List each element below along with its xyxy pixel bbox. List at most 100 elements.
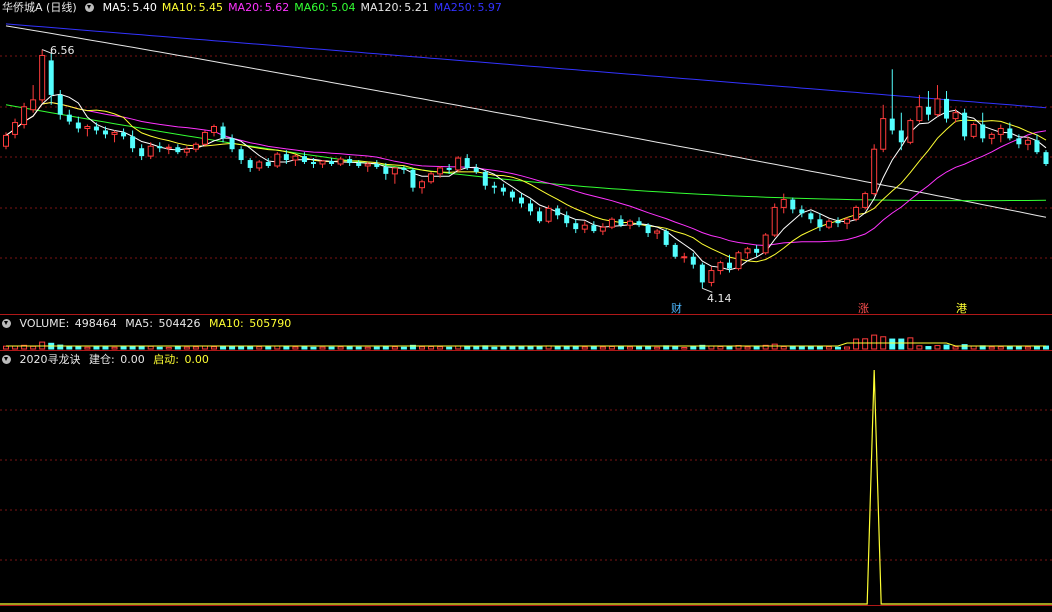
volume-bar — [211, 346, 217, 350]
candle-body — [916, 106, 923, 122]
candle-body — [1024, 139, 1031, 145]
candle-body — [139, 148, 145, 157]
candle-body — [599, 226, 606, 232]
volume-bar — [807, 346, 814, 350]
candle-body — [980, 124, 986, 139]
volume-dropdown-icon[interactable] — [2, 319, 11, 328]
candle-body — [717, 262, 724, 272]
volume-bar — [84, 346, 91, 350]
volume-bar — [536, 345, 543, 350]
candle-body — [130, 136, 136, 149]
candle-body — [157, 146, 163, 149]
candle-body — [75, 122, 81, 129]
volume-bar — [265, 346, 272, 350]
candle-body — [799, 209, 805, 214]
volume-bar — [617, 346, 624, 350]
volume-bar — [862, 338, 869, 350]
candle-body — [347, 159, 353, 164]
event-mark-gang[interactable]: 港 — [956, 300, 967, 316]
volume-bar — [744, 346, 751, 350]
candle-body — [419, 181, 425, 189]
candle-body — [102, 130, 108, 135]
price-header: 华侨城A (日线) MA5: 5.40 MA10: 5.45 MA20: 5.62 MA60… — [2, 0, 507, 16]
candle-body — [545, 207, 552, 222]
volume-title: VOLUME: — [19, 317, 70, 330]
volume-bar — [599, 346, 606, 350]
volume-bar — [129, 345, 136, 350]
volume-bar — [437, 346, 444, 350]
volume-bar — [780, 346, 787, 350]
candle-body — [970, 124, 977, 137]
kline-chart[interactable] — [0, 0, 1052, 609]
candle-body — [500, 187, 506, 192]
candle-body — [374, 164, 380, 167]
volume-bar — [12, 345, 19, 350]
candle-body — [30, 99, 37, 111]
candle-body — [12, 122, 19, 135]
candle-body — [39, 54, 46, 101]
volume-bar — [201, 345, 208, 350]
candle-body — [744, 248, 751, 254]
candle-body — [618, 219, 624, 226]
ma-label-5: MA250: — [433, 1, 476, 14]
candle-body — [518, 197, 524, 204]
candle-body — [726, 262, 732, 269]
volume-value: 498464 — [74, 317, 117, 330]
candle-body — [825, 220, 832, 228]
candle-body — [66, 114, 72, 122]
candle-body — [446, 167, 452, 170]
volume-bar — [726, 346, 733, 350]
candle-body — [265, 162, 271, 166]
volume-bar — [925, 346, 932, 350]
event-mark-cai[interactable]: 财 — [671, 300, 682, 316]
volume-bar — [672, 345, 679, 350]
candle-body — [771, 206, 778, 236]
dropdown-icon[interactable] — [85, 3, 95, 12]
volume-bar — [1043, 345, 1049, 350]
ma-label-2: MA20: — [228, 1, 263, 14]
volume-bar — [446, 346, 453, 350]
candle-body — [1043, 152, 1049, 164]
candle-body — [754, 248, 760, 253]
volume-bar — [997, 346, 1004, 350]
candle-body — [482, 171, 488, 186]
volume-bar — [473, 346, 480, 350]
candle-body — [780, 199, 787, 208]
candle-body — [898, 130, 904, 143]
candle-body — [1007, 128, 1013, 139]
candle-body — [907, 120, 914, 143]
candle-body — [220, 126, 226, 139]
candle-body — [699, 264, 705, 283]
volume-bar — [229, 345, 236, 350]
candle-body — [690, 256, 696, 265]
ma-value-2: 5.62 — [264, 1, 290, 14]
candle-body — [301, 156, 307, 163]
candle-body — [165, 146, 172, 149]
candle-body — [808, 213, 814, 220]
volume-bar — [382, 346, 389, 350]
low-price-label: 4.14 — [707, 292, 732, 305]
candle-body — [537, 211, 543, 222]
candle-body — [238, 149, 244, 161]
ma-label-0: MA5: — [102, 1, 131, 14]
candle-body — [988, 133, 995, 139]
candle-body — [48, 60, 54, 95]
candle-body — [175, 147, 181, 153]
volume-bar — [93, 346, 100, 350]
event-mark-zhang[interactable]: 涨 — [858, 300, 869, 316]
candle-body — [364, 163, 371, 167]
volume-bar — [627, 346, 633, 350]
volume-bar — [364, 346, 371, 350]
candle-body — [473, 167, 479, 172]
volume-bar — [283, 346, 290, 350]
indicator-dropdown-icon[interactable] — [2, 355, 11, 364]
indicator-title: 2020寻龙诀 — [19, 353, 81, 366]
candle-body — [57, 94, 63, 115]
candle-body — [93, 126, 99, 131]
candle-body — [21, 106, 28, 126]
volume-bar — [220, 345, 227, 350]
candle-body — [121, 132, 127, 137]
candle-body — [581, 224, 588, 230]
volume-bar — [816, 346, 823, 350]
ma250-line — [5, 23, 1047, 109]
